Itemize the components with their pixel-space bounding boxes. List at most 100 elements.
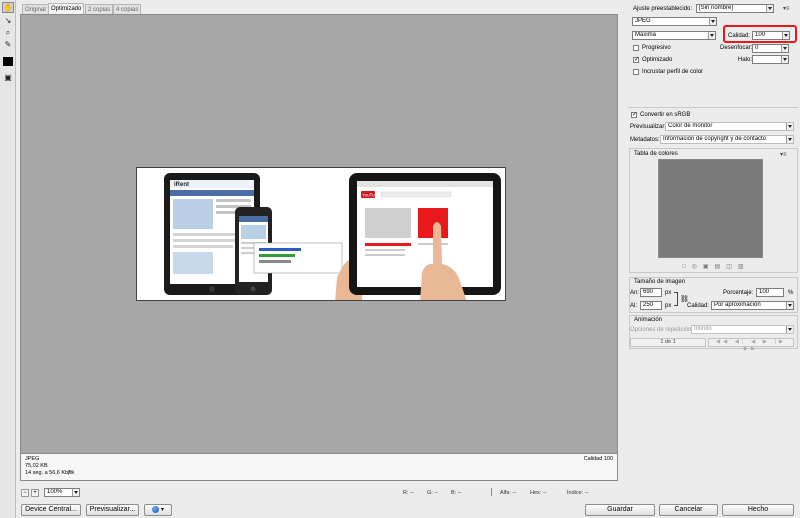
- resample-label: Calidad:: [687, 303, 710, 309]
- loop-value: Infinito: [694, 326, 712, 332]
- color-table-menu-icon[interactable]: ▾≡: [780, 151, 787, 158]
- height-field[interactable]: 250: [640, 301, 662, 310]
- compression-select[interactable]: Máxima: [632, 31, 716, 40]
- chevron-down-icon: [708, 32, 715, 39]
- blur-value: 0: [755, 45, 759, 51]
- frame-navigation-buttons[interactable]: ◀◀ ◀| ◀ ▶ |▶ ▶▶: [708, 338, 794, 352]
- width-label: An:: [630, 290, 640, 296]
- optimize-settings-panel: Ajuste preestablecido: [Sin nombre] ▾≡ J…: [625, 0, 800, 518]
- preset-select[interactable]: [Sin nombre]: [696, 4, 774, 13]
- readout-hex: Hex: --: [530, 490, 547, 496]
- chevron-down-icon: [781, 56, 788, 63]
- device-central-button[interactable]: Device Central...: [21, 504, 81, 516]
- metadata-value: Información de copyright y de contacto: [663, 136, 767, 142]
- height-label: Al:: [630, 303, 638, 309]
- frame-counter: 1 de 1: [630, 338, 706, 347]
- chevron-down-icon: ▾: [160, 507, 164, 513]
- toggle-slices-icon[interactable]: ▣: [2, 72, 14, 83]
- preview-button[interactable]: Previsualizar...: [86, 504, 139, 516]
- quality-value: 100: [755, 32, 766, 38]
- slice-select-tool-icon[interactable]: ↘: [2, 15, 14, 26]
- eyedropper-tool-icon[interactable]: ✎: [2, 39, 14, 50]
- percent-field[interactable]: 100: [756, 288, 784, 297]
- optimized-preview-image: iRent YouTube: [136, 167, 506, 301]
- blur-field[interactable]: 0: [752, 44, 789, 53]
- loop-select[interactable]: Infinito: [691, 325, 794, 334]
- chevron-down-icon: [786, 123, 793, 130]
- chevron-down-icon: [766, 5, 773, 12]
- halo-label: Halo:: [738, 57, 753, 63]
- hand-tool-icon[interactable]: ✋: [2, 2, 14, 13]
- halo-select[interactable]: [752, 55, 789, 64]
- optimization-info-bar: JPEG 75,02 KB 14 seg. a 56,6 Kbps ▾≡ Cal…: [20, 454, 618, 481]
- panel-divider: [628, 107, 798, 108]
- preview-mode-value: Color de monitor: [668, 123, 713, 129]
- info-format: JPEG: [25, 456, 40, 462]
- readout-alpha: Alfa: --: [500, 490, 517, 496]
- site-logo: iRent: [174, 182, 189, 188]
- preview-mode-select[interactable]: Color de monitor: [665, 122, 794, 131]
- chevron-down-icon: [72, 489, 79, 496]
- chevron-down-icon: [782, 32, 789, 39]
- chevron-down-icon: [709, 18, 716, 25]
- image-size-label: Tamaño de imagen: [634, 279, 686, 285]
- settings-menu-icon[interactable]: ▾≡: [783, 5, 790, 12]
- preset-label: Ajuste preestablecido:: [633, 6, 693, 12]
- zoom-value: 100%: [47, 489, 63, 495]
- embed-profile-label: Incrustar perfil de color: [642, 69, 704, 75]
- readout-b: B: --: [451, 490, 462, 496]
- animation-label: Animación: [634, 317, 663, 323]
- eyedropper-color-swatch[interactable]: [2, 56, 14, 67]
- info-quality: Calidad 100: [583, 456, 613, 462]
- convert-srgb-label: Convertir en sRGB: [640, 112, 691, 118]
- optimized-checkbox[interactable]: ✓: [633, 57, 639, 63]
- color-table-tool-icons[interactable]: □◎▣▤◫▥: [682, 263, 750, 270]
- info-file-size: 75,02 KB: [25, 463, 48, 469]
- width-value: 690: [643, 289, 654, 295]
- chevron-down-icon: [781, 45, 788, 52]
- loop-label: Opciones de repetición:: [630, 327, 694, 333]
- progressive-checkbox[interactable]: [633, 45, 639, 51]
- quality-field[interactable]: 100: [752, 31, 790, 40]
- readout-r: R: --: [403, 490, 414, 496]
- tab-2-up[interactable]: 2 copias: [85, 4, 114, 14]
- metadata-select[interactable]: Información de copyright y de contacto: [660, 135, 794, 144]
- browser-icon: [152, 505, 160, 513]
- zoom-out-button[interactable]: −: [21, 489, 29, 497]
- format-select[interactable]: JPEG: [632, 17, 717, 26]
- compression-value: Máxima: [635, 32, 657, 38]
- chevron-down-icon: [786, 326, 793, 333]
- info-menu-icon[interactable]: ▾≡: [68, 469, 74, 475]
- browser-preview-button[interactable]: ▾: [144, 504, 172, 516]
- quality-label: Calidad:: [728, 33, 751, 39]
- resample-value: Por aproximación: [714, 302, 761, 308]
- preview-mode-label: Previsualizar:: [630, 124, 667, 130]
- color-table-label: Tabla de colores: [634, 151, 678, 157]
- zoom-tool-icon[interactable]: ⌕: [2, 27, 14, 38]
- embed-profile-checkbox[interactable]: [633, 69, 639, 75]
- convert-srgb-checkbox[interactable]: ✓: [631, 112, 637, 118]
- progressive-label: Progresivo: [642, 45, 671, 51]
- constrain-bracket: [674, 292, 678, 306]
- tab-optimized[interactable]: Optimizado: [48, 3, 85, 14]
- resample-select[interactable]: Por aproximación: [711, 301, 794, 310]
- readout-index: Índice: --: [567, 490, 589, 496]
- color-table-swatches[interactable]: [658, 159, 763, 258]
- height-value: 250: [643, 302, 654, 308]
- percent-value: 100: [759, 289, 770, 295]
- zoom-in-button[interactable]: +: [31, 489, 39, 497]
- chevron-down-icon: [786, 302, 793, 309]
- zoom-select[interactable]: 100%: [44, 488, 80, 497]
- width-field[interactable]: 690: [640, 288, 662, 297]
- youtube-logo: YouTube: [362, 193, 380, 198]
- preview-illustration: iRent YouTube: [164, 173, 501, 300]
- link-icon[interactable]: ⛓: [680, 295, 689, 303]
- tab-original[interactable]: Original: [22, 4, 49, 14]
- preset-value: [Sin nombre]: [699, 5, 734, 11]
- format-value: JPEG: [635, 18, 651, 24]
- blur-label: Desenfocar:: [720, 45, 753, 51]
- percent-unit: %: [788, 290, 794, 296]
- chevron-down-icon: [786, 136, 793, 143]
- tab-4-up[interactable]: 4 copias: [113, 4, 142, 14]
- readout-divider: [491, 488, 492, 496]
